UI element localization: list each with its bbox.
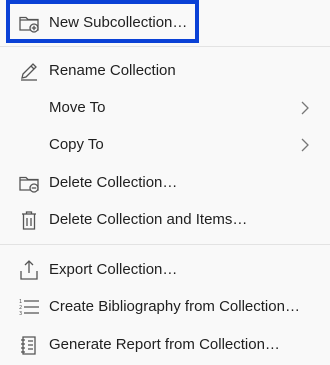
menu-item-rename-collection[interactable]: Rename Collection [0, 53, 330, 89]
menu-item-label: Generate Report from Collection… [49, 336, 280, 353]
collection-context-menu: New Subcollection… Rename Collection Mov… [0, 0, 330, 365]
chevron-right-icon [300, 100, 310, 116]
trash-icon [18, 209, 40, 231]
export-icon [18, 259, 40, 281]
folder-minus-icon [18, 172, 40, 194]
pencil-icon [18, 60, 40, 82]
report-icon [18, 334, 40, 356]
menu-item-label: Delete Collection and Items… [49, 211, 248, 228]
menu-item-create-bibliography[interactable]: 1 2 3 Create Bibliography from Collectio… [0, 289, 330, 325]
menu-item-generate-report[interactable]: Generate Report from Collection… [0, 327, 330, 363]
menu-item-label: Move To [49, 99, 106, 116]
menu-item-label: Delete Collection… [49, 174, 178, 191]
keyboard-focus-outline [6, 0, 199, 43]
menu-item-export-collection[interactable]: Export Collection… [0, 252, 330, 288]
menu-item-label: Create Bibliography from Collection… [49, 298, 300, 315]
menu-separator [0, 244, 330, 245]
svg-text:3: 3 [19, 311, 22, 317]
menu-item-delete-collection[interactable]: Delete Collection… [0, 165, 330, 201]
bibliography-list-icon: 1 2 3 [18, 296, 40, 318]
menu-item-move-to[interactable]: Move To [0, 90, 330, 126]
menu-item-label: Export Collection… [49, 261, 178, 278]
menu-separator [0, 46, 330, 47]
menu-item-label: Rename Collection [49, 62, 176, 79]
menu-item-copy-to[interactable]: Copy To [0, 127, 330, 163]
menu-item-label: Copy To [49, 136, 104, 153]
menu-item-delete-collection-and-items[interactable]: Delete Collection and Items… [0, 202, 330, 238]
chevron-right-icon [300, 137, 310, 153]
